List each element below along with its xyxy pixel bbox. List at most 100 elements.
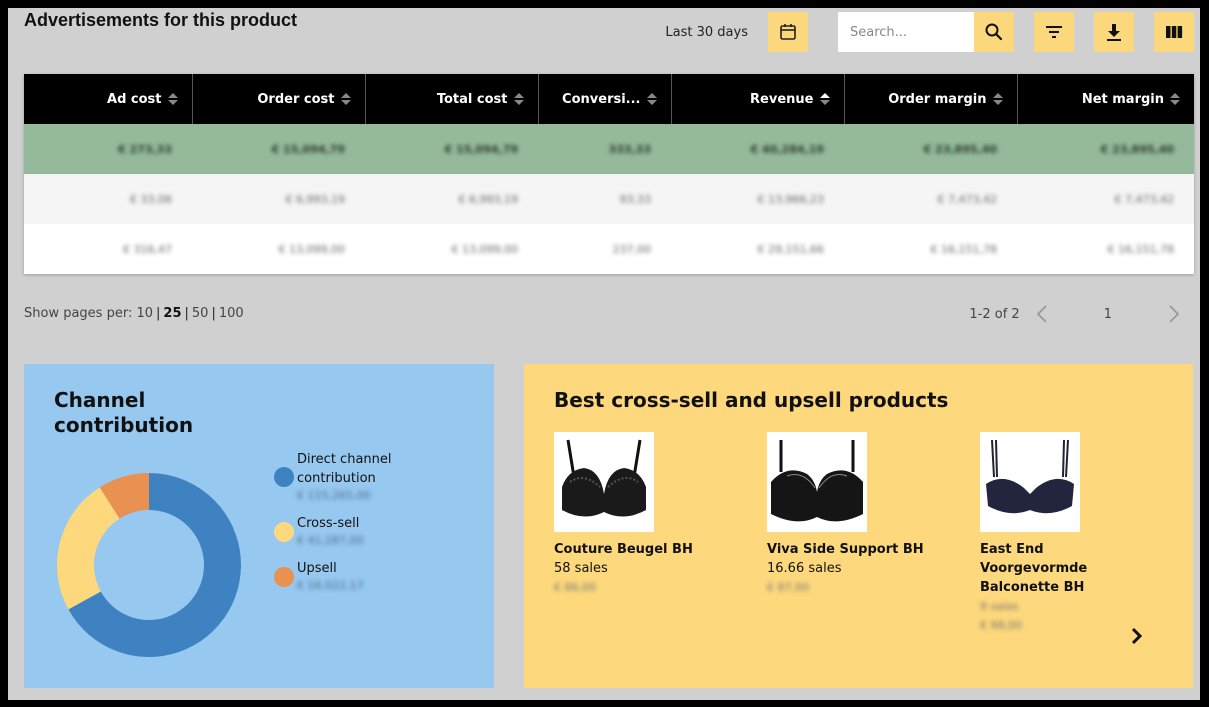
search-icon [985,23,1003,41]
next-page-button[interactable] [1162,302,1186,326]
table-row[interactable]: € 33,06 € 6,993,19 € 6,993,19 93,33 € 13,966… [24,174,1194,224]
legend-label: Upsell [297,561,337,576]
table-cell: € 16,151,78 [1017,224,1194,274]
cell-value: € 316,47 [123,242,172,256]
sort-icon[interactable] [1170,93,1180,105]
search-box [838,12,1014,52]
cell-value: € 13,099,00 [278,242,345,256]
channel-legend: Direct channel contribution € 115,265,00 C… [274,450,474,604]
product-card[interactable]: Couture Beugel BH 58 sales € 86,00 [554,432,767,635]
table-cell: € 316,47 [24,224,192,274]
cell-value: € 13,966,23 [757,192,824,206]
legend-item: Cross-sell € 41,287,00 [274,514,474,549]
table-cell: € 33,06 [24,174,192,224]
page-size-option-25[interactable]: 25 [163,306,181,321]
cell-value: 237,00 [612,242,652,256]
chevron-right-icon [1169,305,1180,323]
sort-icon[interactable] [646,93,657,105]
sort-icon[interactable] [167,93,178,105]
product-image[interactable] [980,432,1080,532]
chevron-left-icon [1036,305,1047,323]
product-price: € 87,00 [767,581,809,594]
page-size-option-10[interactable]: 10 [136,306,153,321]
cell-value: € 273,33 [118,142,172,156]
legend-value: € 41,287,00 [297,534,364,547]
download-icon [1107,24,1121,41]
cross-sell-products-card: Best cross-sell and upsell products Cout… [524,364,1193,688]
table-cell: € 13,099,00 [192,224,365,274]
column-header-order-margin[interactable]: Order margin [844,74,1018,124]
table-cell: 93,33 [538,174,671,224]
product-price: € 98,00 [980,619,1022,632]
date-range-label: Last 30 days [665,24,748,40]
column-header-conversi[interactable]: Conversi... [538,74,672,124]
column-header-revenue[interactable]: Revenue [671,74,845,124]
product-card[interactable]: East End Voorgevormde Balconette BH 9 sal… [980,432,1193,635]
product-name[interactable]: Viva Side Support BH [767,540,937,559]
table-cell: 333,33 [538,124,671,174]
column-header-net-margin[interactable]: Net margin [1017,74,1194,124]
page-size-selector: Show pages per: 10 | 25 | 50 | 100 [24,306,244,321]
product-image[interactable] [767,432,867,532]
legend-value: € 115,265,00 [297,489,371,502]
filter-button[interactable] [1034,12,1074,52]
sort-icon[interactable] [340,93,351,105]
table-cell: € 40,284,19 [671,124,844,174]
cross-sell-title: Best cross-sell and upsell products [554,388,949,412]
table-cell: € 273,33 [24,124,192,174]
columns-button[interactable] [1154,12,1194,52]
search-button[interactable] [974,12,1014,52]
sort-icon[interactable] [513,93,524,105]
cell-value: € 23,895,40 [923,142,997,156]
product-sales: 58 sales [554,561,608,576]
table-row[interactable]: € 273,33 € 15,094,79 € 15,094,79 333,33 € 40… [24,124,1194,174]
product-card[interactable]: Viva Side Support BH 16.66 sales € 87,00 [767,432,980,635]
product-image[interactable] [554,432,654,532]
sort-icon[interactable] [992,93,1003,105]
cell-value: € 29,151,66 [757,242,824,256]
cell-value: € 6,993,19 [285,192,345,206]
cell-value: € 23,895,40 [1100,142,1174,156]
column-header-label: Ad cost [107,91,162,107]
current-page[interactable]: 1 [1104,307,1112,322]
download-button[interactable] [1094,12,1134,52]
search-input[interactable] [838,12,974,52]
product-sales: 16.66 sales [767,561,842,576]
donut-slice-cross-sell[interactable] [57,487,120,610]
cell-value: 93,33 [619,192,652,206]
channel-contribution-title: Channel contribution [54,388,194,437]
cell-value: € 15,094,79 [271,142,345,156]
table-cell: € 7,473,42 [1017,174,1194,224]
legend-color-dot [274,521,294,542]
page-size-label: Show pages per: [24,306,133,321]
legend-label: Cross-sell [297,516,360,531]
column-header-label: Total cost [436,91,508,107]
product-name[interactable]: East End Voorgevormde Balconette BH [980,540,1150,597]
column-header-label: Net margin [1081,91,1164,107]
column-header-ad-cost[interactable]: Ad cost [24,74,193,124]
table-cell: € 6,993,19 [365,174,538,224]
date-range-button[interactable] [768,12,808,52]
legend-label: Direct channel contribution [297,452,392,486]
page-size-option-100[interactable]: 100 [219,306,244,321]
prev-page-button[interactable] [1030,302,1054,326]
table-cell: € 13,099,00 [365,224,538,274]
table-cell: € 23,895,40 [1017,124,1194,174]
separator: | [156,306,161,321]
page-size-option-50[interactable]: 50 [192,306,209,321]
product-name[interactable]: Couture Beugel BH [554,540,724,559]
columns-icon [1166,26,1183,38]
column-header-total-cost[interactable]: Total cost [365,74,539,124]
column-header-order-cost[interactable]: Order cost [192,74,366,124]
table-cell: € 23,895,40 [844,124,1017,174]
sort-icon[interactable] [819,93,830,105]
table-cell: € 6,993,19 [192,174,365,224]
table-cell: € 13,966,23 [671,174,844,224]
column-header-label: Order cost [257,91,335,107]
table-cell: € 15,094,79 [192,124,365,174]
table-header-row: Ad cost Order cost Total cost Conversi... Re… [24,74,1194,124]
table-row[interactable]: € 316,47 € 13,099,00 € 13,099,00 237,00 € 29… [24,224,1194,274]
products-next-button[interactable] [1125,624,1149,648]
legend-color-dot [274,566,294,587]
column-header-label: Conversi... [562,91,641,107]
